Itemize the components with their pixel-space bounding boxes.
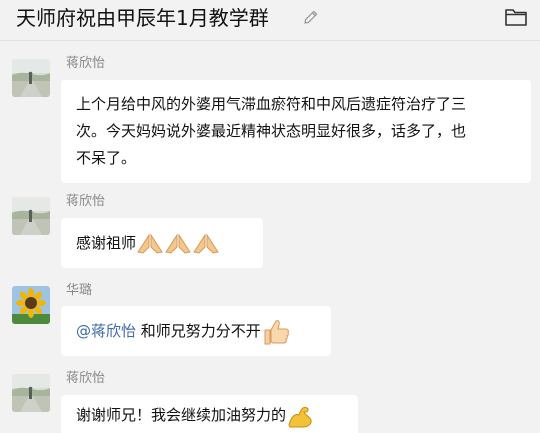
message-bubble[interactable]: 感谢祖师 xyxy=(61,218,263,268)
chat-header: 天师府祝由甲辰年1月教学群 xyxy=(0,0,540,41)
folded-hands-emoji xyxy=(193,232,219,254)
flexed-biceps-emoji xyxy=(288,406,312,427)
message-bubble[interactable]: @蒋欣怡 和师兄努力分不开 xyxy=(61,306,331,356)
pencil-icon[interactable] xyxy=(302,8,320,26)
folded-hands-emoji xyxy=(165,232,191,254)
thumbs-up-emoji xyxy=(264,319,289,344)
message-text: 和师兄努力分不开 xyxy=(136,322,261,340)
road-landscape-avatar[interactable] xyxy=(12,374,50,412)
sender-name: 蒋欣怡 xyxy=(66,371,106,386)
message-bubble[interactable]: 谢谢师兄！我会继续加油努力的 xyxy=(61,395,358,433)
message-text-line: 不呆了。 xyxy=(76,149,137,167)
sender-name: 华璐 xyxy=(66,283,93,298)
message-text: 谢谢师兄！我会继续加油努力的 xyxy=(76,406,287,424)
folder-icon[interactable] xyxy=(504,6,528,28)
mention-link[interactable]: @蒋欣怡 xyxy=(76,322,136,340)
road-landscape-avatar[interactable] xyxy=(12,59,50,97)
message-text-line: 次。今天妈妈说外婆最近精神状态明显好很多，话多了，也 xyxy=(76,122,467,140)
message-bubble[interactable]: 上个月给中风的外婆用气滞血瘀符和中风后遗症符治疗了三 次。今天妈妈说外婆最近精神… xyxy=(61,80,531,183)
chat-window: 天师府祝由甲辰年1月教学群 蒋欣怡 上个月给中风的外婆用气滞血瘀符和中风后遗症符 xyxy=(0,0,540,433)
folded-hands-emoji xyxy=(137,232,163,254)
message-text-line: 上个月给中风的外婆用气滞血瘀符和中风后遗症符治疗了三 xyxy=(76,95,467,113)
sender-name: 蒋欣怡 xyxy=(66,194,106,209)
group-title: 天师府祝由甲辰年1月教学群 xyxy=(16,6,269,30)
sunflower-avatar[interactable] xyxy=(12,286,50,324)
message-text: 感谢祖师 xyxy=(76,234,137,252)
sender-name: 蒋欣怡 xyxy=(66,56,106,71)
road-landscape-avatar[interactable] xyxy=(12,197,50,235)
